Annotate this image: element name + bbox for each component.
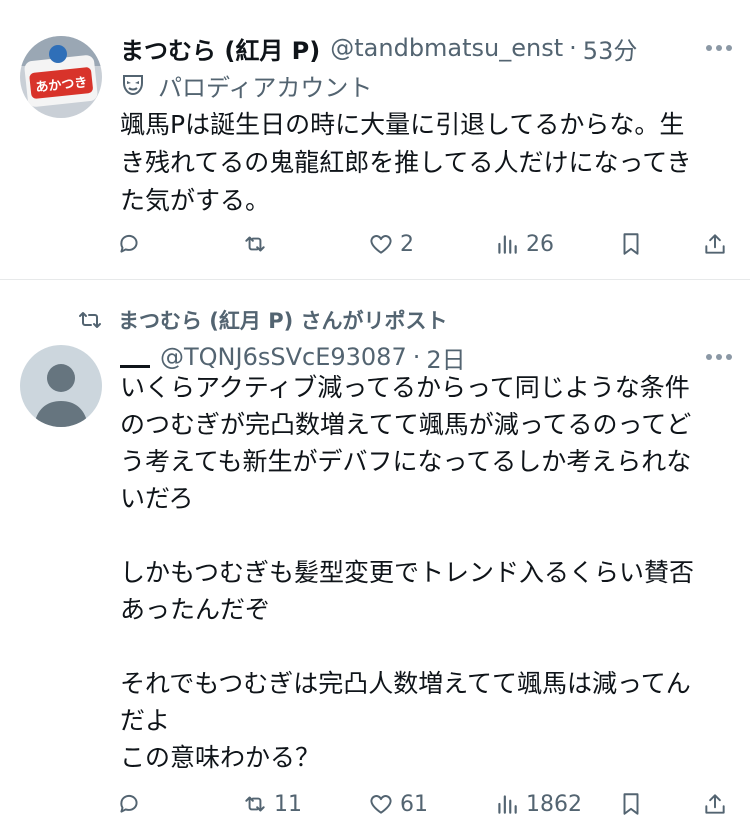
reply-button[interactable] (116, 226, 148, 262)
heart-icon (370, 235, 392, 254)
repost-button[interactable]: 11 (242, 786, 302, 822)
tweet-header: まつむら (紅月 P) @tandbmatsu_enst · 53分 (120, 30, 732, 66)
timestamp[interactable]: 53分 (583, 31, 638, 66)
bookmark-icon (623, 793, 639, 815)
repost-count: 11 (274, 791, 302, 817)
separator-dot: · (569, 34, 577, 62)
views-count: 1862 (526, 791, 582, 817)
tweet-2[interactable]: まつむら (紅月 P) さんがリポスト @TQNJ6sSVcE93087 · 2… (0, 281, 750, 838)
repost-button[interactable] (242, 226, 274, 262)
like-button[interactable]: 61 (368, 786, 428, 822)
reply-icon (120, 794, 138, 813)
bookmark-button[interactable] (618, 786, 644, 822)
share-button[interactable] (702, 226, 728, 262)
repost-icon (245, 796, 265, 812)
avatar[interactable]: あかつき (20, 36, 102, 118)
like-count: 2 (400, 231, 414, 257)
share-icon (705, 234, 725, 254)
author-name[interactable]: まつむら (紅月 P) (120, 31, 320, 66)
like-button[interactable]: 2 (368, 226, 414, 262)
reply-button[interactable] (116, 786, 148, 822)
reposted-by-text: まつむら (紅月 P) さんがリポスト (118, 309, 448, 333)
default-avatar-icon (20, 345, 102, 427)
author-handle[interactable]: @tandbmatsu_enst (330, 34, 563, 62)
views-icon (498, 795, 517, 814)
like-count: 61 (400, 791, 428, 817)
tweet-text: いくらアクティブ減ってるからって同じような条件 のつむぎが完凸数増えてて颯馬が減… (120, 373, 695, 772)
parody-label: パロディアカウント (120, 68, 372, 102)
repost-icon (79, 312, 101, 328)
repost-icon (245, 236, 265, 252)
repost-context[interactable]: まつむら (紅月 P) さんがリポスト (76, 305, 448, 335)
views-icon (498, 235, 517, 254)
bookmark-icon (623, 233, 639, 255)
separator-dot: · (412, 343, 421, 371)
action-bar: 2 26 (116, 226, 732, 262)
avatar[interactable] (20, 345, 102, 427)
share-icon (705, 794, 725, 814)
views-button[interactable]: 1862 (494, 786, 582, 822)
parody-text: パロディアカウント (158, 73, 373, 102)
views-button[interactable]: 26 (494, 226, 554, 262)
author-name[interactable] (120, 354, 150, 368)
author-handle[interactable]: @TQNJ6sSVcE93087 (160, 343, 407, 371)
share-button[interactable] (702, 786, 728, 822)
avatar-image: あかつき (20, 36, 102, 118)
more-icon[interactable] (706, 30, 732, 66)
tweet-1[interactable]: あかつき まつむら (紅月 P) @tandbmatsu_enst · 53分 … (0, 0, 750, 280)
action-bar: 11 61 1862 (116, 786, 732, 822)
parody-mask-icon (120, 72, 146, 98)
bookmark-button[interactable] (618, 226, 644, 262)
tweet-text: 颯馬Pは誕生日の時に大量に引退してるからな。生 き残れてるの鬼龍紅郎を推してる人… (120, 110, 692, 215)
heart-icon (370, 795, 392, 814)
reply-icon (120, 234, 138, 253)
views-count: 26 (526, 231, 554, 257)
